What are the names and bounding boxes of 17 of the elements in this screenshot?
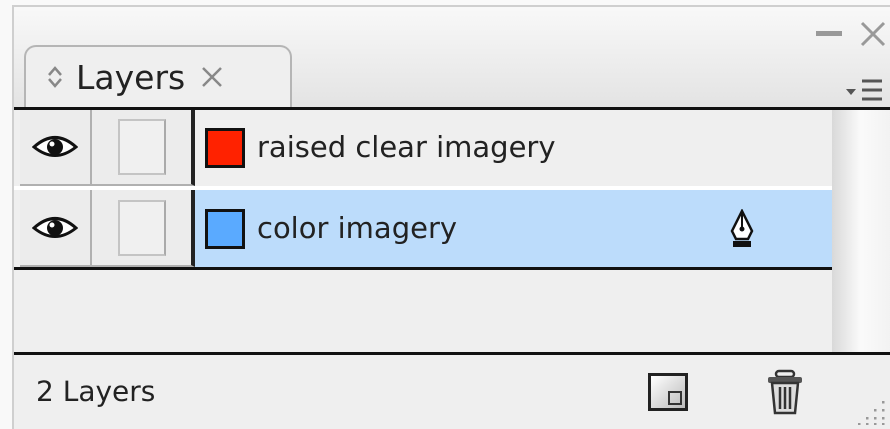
visibility-toggle[interactable] (20, 110, 92, 186)
layer-name: raised clear imagery (257, 129, 556, 166)
layer-count: 2 Layers (36, 374, 156, 410)
lock-toggle[interactable] (118, 119, 166, 175)
close-icon[interactable] (201, 66, 224, 88)
close-icon[interactable] (860, 21, 886, 47)
minimize-icon[interactable] (816, 31, 842, 37)
layer-row[interactable]: color imagery (195, 190, 832, 267)
pen-icon (728, 208, 756, 248)
visibility-toggle[interactable] (20, 190, 92, 267)
lock-toggle[interactable] (118, 200, 166, 256)
trash-icon[interactable] (766, 369, 804, 415)
layers-tab[interactable]: Layers (24, 45, 292, 107)
updown-icon (46, 65, 64, 89)
new-layer-button[interactable] (648, 373, 688, 411)
layer-name: color imagery (257, 210, 458, 247)
scrollbar[interactable] (832, 110, 890, 352)
